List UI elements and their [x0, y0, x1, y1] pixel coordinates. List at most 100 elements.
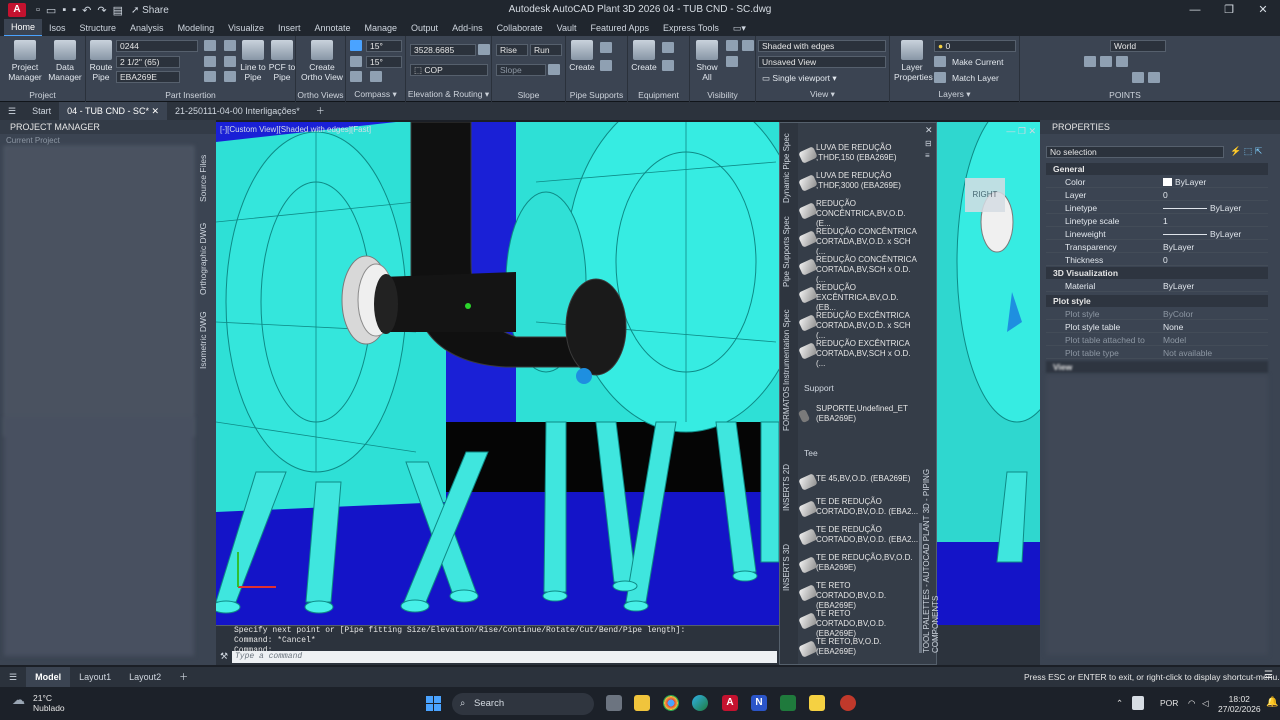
plot-icon[interactable]: ▤: [113, 4, 123, 17]
category-plot-style[interactable]: Plot style: [1046, 295, 1268, 307]
single-viewport-button[interactable]: ▭ Single viewport ▾: [762, 73, 837, 84]
elevation-field[interactable]: 3528.6685: [410, 44, 476, 56]
tab-home[interactable]: Home: [4, 19, 43, 37]
notification-icon[interactable]: 🔔: [1266, 697, 1278, 708]
customize-icon[interactable]: ☰: [1264, 670, 1273, 681]
support-tool-icon-2[interactable]: [600, 60, 612, 71]
language-indicator[interactable]: POR: [1160, 698, 1178, 708]
tab-structure[interactable]: Structure: [73, 20, 124, 36]
navisworks-icon[interactable]: N: [751, 695, 767, 711]
app-icon[interactable]: [840, 695, 856, 711]
side-tab-isometric[interactable]: Isometric DWG: [198, 310, 214, 370]
palette-item[interactable]: TE RETO CORTADO,BV,O.D. (EBA269E): [798, 581, 920, 610]
palette-item[interactable]: TE RETO CORTADO,BV,O.D. (EBA269E): [798, 609, 920, 638]
match-layer-button[interactable]: Match Layer: [952, 73, 999, 83]
prop-row[interactable]: Plot table attached to Model: [1046, 334, 1268, 346]
palette-item[interactable]: REDUÇÃO EXCÊNTRICA CORTADA,BV,SCH x O.D.…: [798, 339, 920, 368]
category-3d-visualization[interactable]: 3D Visualization: [1046, 267, 1268, 279]
isolate-icon[interactable]: [726, 40, 738, 51]
run-field[interactable]: Run: [530, 44, 562, 56]
elevation-routing-label[interactable]: Elevation & Routing ▾: [406, 89, 491, 100]
file-tab-start[interactable]: Start: [24, 102, 59, 120]
side-tab-orthographic[interactable]: Orthographic DWG: [198, 218, 214, 300]
compass-label[interactable]: Compass ▾: [346, 89, 405, 100]
tab-layout2[interactable]: Layout2: [120, 667, 170, 687]
new-tab-icon[interactable]: ＋: [308, 102, 333, 120]
part-icon-1[interactable]: [204, 40, 216, 51]
equipment-tool-icon-2[interactable]: [662, 60, 674, 71]
ucs-icon-2[interactable]: [1100, 56, 1112, 67]
taskbar-search[interactable]: ⌕ Search: [452, 693, 594, 715]
palette-item[interactable]: SUPORTE,Undefined_ET (EBA269E): [798, 404, 920, 430]
clock[interactable]: 18:02 27/02/2026: [1218, 694, 1261, 714]
close-tab-icon[interactable]: ✕: [151, 106, 159, 116]
line-number-combo[interactable]: 0244: [116, 40, 198, 52]
wifi-icon[interactable]: ◠: [1188, 698, 1195, 709]
angle-combo-2[interactable]: 15°: [366, 56, 402, 68]
sticky-notes-icon[interactable]: [809, 695, 825, 711]
restore-icon[interactable]: ❐: [1212, 0, 1246, 20]
point-icon-2[interactable]: [1148, 72, 1160, 83]
save-as-icon[interactable]: ▪: [72, 4, 76, 17]
tab-layout1[interactable]: Layout1: [70, 667, 120, 687]
tab-analysis[interactable]: Analysis: [123, 20, 171, 36]
selection-combo[interactable]: No selection: [1046, 146, 1224, 158]
palette-item[interactable]: TE DE REDUÇÃO CORTADO,BV,O.D. (EBA2...: [798, 497, 920, 523]
prop-row[interactable]: Plot style table None: [1046, 321, 1268, 333]
secondary-viewport[interactable]: RIGHT — ❐ ✕: [937, 122, 1040, 625]
palette-item[interactable]: TE DE REDUÇÃO CORTADO,BV,O.D. (EBA2...: [798, 525, 920, 551]
tab-visualize[interactable]: Visualize: [221, 20, 271, 36]
visual-style-combo[interactable]: Shaded with edges: [758, 40, 886, 52]
part-icon-3[interactable]: [204, 71, 216, 82]
command-input[interactable]: Type a command: [232, 651, 777, 663]
ucs-icon-3[interactable]: [1116, 56, 1128, 67]
weather-widget[interactable]: ☁ 21°C Nublado: [12, 693, 65, 713]
compass-toggle-icon[interactable]: [350, 40, 362, 51]
palette-item[interactable]: TE RETO,BV,O.D. (EBA269E): [798, 637, 920, 663]
size-combo[interactable]: 2 1/2" (65): [116, 56, 180, 68]
new-icon[interactable]: ▫: [36, 4, 40, 17]
compass-grid-icon[interactable]: [370, 71, 382, 82]
part-icon-2[interactable]: [204, 56, 216, 67]
tab-output[interactable]: Output: [404, 20, 445, 36]
palette-item[interactable]: REDUÇÃO CONCÊNTRICA CORTADA,BV,O.D. x SC…: [798, 227, 920, 256]
quick-select-icons[interactable]: ⚡ ⬚ ⇱: [1230, 146, 1262, 157]
spec-combo[interactable]: EBA269E: [116, 71, 180, 83]
tab-vault[interactable]: Vault: [550, 20, 584, 36]
excel-icon[interactable]: [780, 695, 796, 711]
palette-item[interactable]: REDUÇÃO EXCÊNTRICA,BV,O.D. (EB...: [798, 283, 920, 312]
create-ortho-view-button[interactable]: Create Ortho View: [298, 40, 346, 82]
project-manager-button[interactable]: Project Manager: [6, 40, 44, 82]
prop-row[interactable]: Plot table type Not available: [1046, 347, 1268, 359]
tab-model[interactable]: Model: [26, 667, 71, 687]
viewport-controls[interactable]: — ❐ ✕: [1006, 126, 1036, 137]
create-equipment-button[interactable]: Create: [630, 40, 658, 72]
palette-item[interactable]: REDUÇÃO CONCÊNTRICA CORTADA,BV,SCH x O.D…: [798, 255, 920, 284]
line-to-pipe-button[interactable]: Line to Pipe: [238, 40, 268, 82]
cop-combo[interactable]: ⬚ COP: [410, 64, 488, 76]
show-all-button[interactable]: Show All: [692, 40, 722, 82]
compass-snap-icon[interactable]: [350, 56, 362, 67]
prop-row[interactable]: Plot style ByColor: [1046, 308, 1268, 320]
palette-item[interactable]: LUVA DE REDUÇÃO ,THDF,3000 (EBA269E): [798, 171, 920, 197]
ucs-combo[interactable]: World: [1110, 40, 1166, 52]
app-logo[interactable]: A: [8, 3, 26, 17]
slope-toggle-icon[interactable]: [548, 64, 560, 75]
rise-field[interactable]: Rise: [496, 44, 528, 56]
route-pipe-button[interactable]: Route Pipe: [88, 40, 114, 82]
status-menu-icon[interactable]: ☰: [0, 667, 26, 687]
prop-row[interactable]: Lineweight ByLayer: [1046, 228, 1268, 240]
prop-row[interactable]: Linetype scale 1: [1046, 215, 1268, 227]
viewport-label[interactable]: [-][Custom View][Shaded with edges][Fast…: [220, 125, 371, 134]
tab-insert[interactable]: Insert: [271, 20, 308, 36]
tab-dynamic-pipe-spec[interactable]: Dynamic Pipe Spec: [782, 127, 796, 203]
compass-3d-icon[interactable]: [350, 71, 362, 82]
support-tool-icon-1[interactable]: [600, 42, 612, 53]
tab-isos[interactable]: Isos: [42, 20, 73, 36]
part-icon-5[interactable]: [224, 56, 236, 67]
tab-express-tools[interactable]: Express Tools: [656, 20, 726, 36]
part-icon-4[interactable]: [224, 40, 236, 51]
menu-icon[interactable]: ☰: [0, 102, 24, 120]
tab-featured-apps[interactable]: Featured Apps: [583, 20, 656, 36]
model-viewport[interactable]: [-][Custom View][Shaded with edges][Fast…: [216, 122, 779, 625]
